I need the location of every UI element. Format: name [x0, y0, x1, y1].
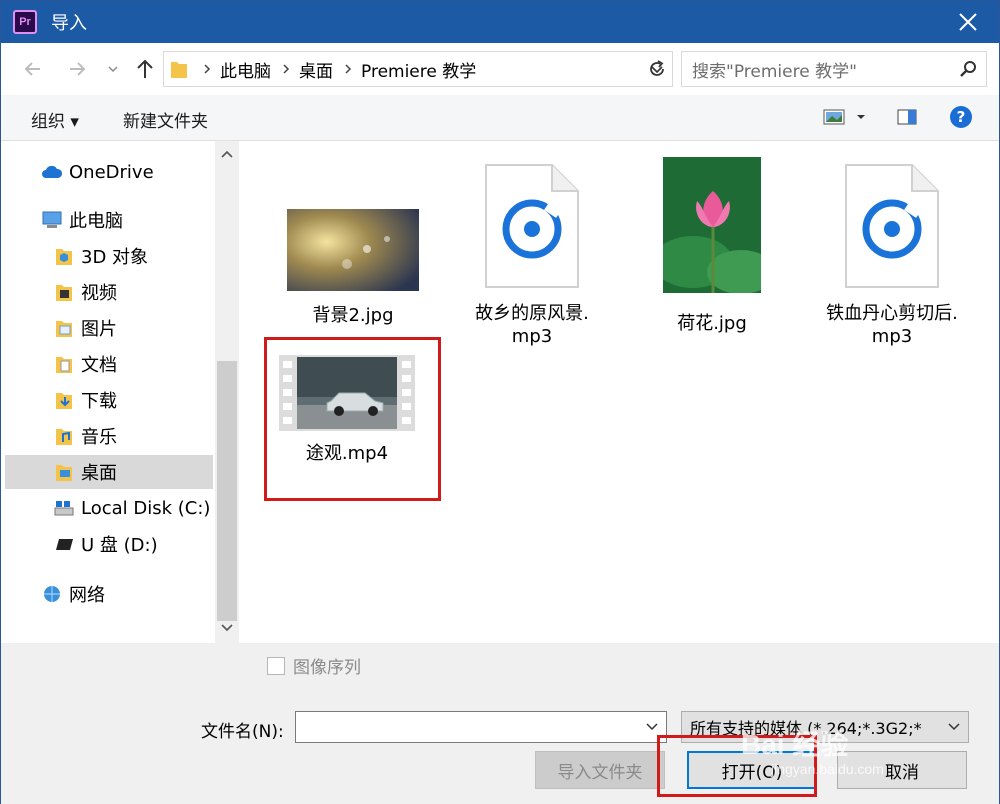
nav-item-desktop[interactable]: 桌面 [5, 455, 213, 489]
folder-documents-icon [56, 357, 72, 373]
refresh-button[interactable] [645, 57, 669, 81]
filename-label: 文件名(N): [201, 722, 284, 742]
watermark-url: jingyan.baidu.com [771, 761, 884, 777]
change-view-button[interactable] [823, 109, 865, 125]
help-icon: ? [950, 106, 972, 128]
file-item-lotus[interactable]: 荷花.jpg [627, 157, 797, 335]
address-row: 此电脑 桌面 Premiere 教学 搜索"Premiere 教学" [1, 43, 999, 95]
nav-item-downloads[interactable]: 下载 [53, 383, 213, 417]
search-box[interactable]: 搜索"Premiere 教学" [681, 51, 987, 87]
network-icon [44, 586, 60, 602]
watermark-logo: Bai 经验 [741, 729, 849, 760]
usb-drive-icon [56, 539, 73, 550]
navigation-pane: OneDrive 此电脑 3D 对象 视频 图片 文档 下载 音乐 桌面 Loc… [1, 141, 241, 643]
scrollbar-thumb[interactable] [217, 361, 237, 621]
filename-input[interactable] [295, 711, 667, 743]
folder-pictures-icon [56, 321, 72, 337]
cloud-icon [42, 165, 63, 178]
address-bar[interactable]: 此电脑 桌面 Premiere 教学 [163, 51, 673, 87]
folder-video-icon [56, 285, 72, 301]
nav-item-network[interactable]: 网络 [41, 577, 211, 611]
nav-scrollbar[interactable] [215, 141, 239, 643]
scroll-down-icon[interactable] [221, 623, 233, 633]
drive-icon [54, 501, 74, 516]
nav-item-this-pc[interactable]: 此电脑 [41, 203, 211, 237]
chevron-down-icon [857, 115, 865, 119]
chevron-right-icon [283, 64, 290, 74]
breadcrumb-this-pc[interactable]: 此电脑 [220, 57, 271, 82]
forward-button[interactable] [65, 57, 89, 81]
nav-item-documents[interactable]: 文档 [53, 347, 213, 381]
dialog-title: 导入 [51, 13, 87, 34]
arrow-left-icon [24, 62, 40, 76]
scroll-up-icon[interactable] [221, 149, 233, 159]
nav-item-onedrive[interactable]: OneDrive [41, 155, 211, 189]
folder-3d-icon [56, 249, 72, 265]
premiere-logo-icon: Pr [13, 10, 37, 34]
refresh-icon [650, 60, 664, 76]
up-button[interactable] [133, 57, 157, 81]
preview-pane-button[interactable] [897, 109, 917, 130]
nav-item-pictures[interactable]: 图片 [53, 311, 213, 345]
title-bar: Pr 导入 [1, 1, 999, 43]
file-name-line2: mp3 [511, 326, 553, 347]
search-icon[interactable] [958, 59, 978, 79]
breadcrumb-desktop[interactable]: 桌面 [299, 57, 333, 82]
computer-icon [42, 211, 62, 228]
chevron-right-icon [204, 64, 211, 74]
folder-desktop-icon [56, 465, 72, 481]
arrow-right-icon [70, 62, 86, 76]
import-dialog: Pr 导入 此电脑 桌面 Premiere 教学 搜索"Premiere 教学"… [0, 0, 1000, 804]
audio-file-icon [485, 164, 579, 288]
image-thumbnail-icon [653, 157, 775, 294]
view-icon [823, 109, 845, 125]
image-sequence-checkbox[interactable]: 图像序列 [267, 653, 361, 678]
chevron-down-icon[interactable] [646, 722, 658, 732]
nav-item-music[interactable]: 音乐 [53, 419, 213, 453]
organize-button[interactable]: 组织 ▾ [31, 107, 79, 132]
file-name: 荷花.jpg [677, 313, 747, 334]
chevron-down-icon [948, 723, 960, 731]
nav-item-videos[interactable]: 视频 [53, 275, 213, 309]
chevron-down-icon [108, 66, 118, 73]
file-item-guxiang[interactable]: 故乡的原风景. mp3 [447, 163, 617, 348]
recent-locations-button[interactable] [101, 57, 125, 81]
highlight-box [264, 337, 441, 501]
command-bar: 组织 ▾ 新建文件夹 ? [1, 95, 999, 141]
help-button[interactable]: ? [949, 105, 973, 134]
file-name-line1: 故乡的原风景. [475, 303, 589, 324]
file-item-tiexue[interactable]: 铁血丹心剪切后. mp3 [807, 163, 977, 348]
folder-music-icon [56, 429, 72, 445]
bottom-panel: 图像序列 文件名(N): 所有支持的媒体 (*.264;*.3G2;* 导入文件… [1, 643, 999, 804]
file-name-line1: 铁血丹心剪切后. [826, 303, 958, 324]
file-name: 背景2.jpg [312, 305, 394, 326]
file-name-line2: mp3 [871, 326, 913, 347]
nav-item-3d-objects[interactable]: 3D 对象 [53, 239, 213, 273]
close-button[interactable] [955, 9, 981, 35]
search-placeholder: 搜索"Premiere 教学" [692, 61, 857, 82]
checkbox-box [267, 656, 285, 675]
folder-downloads-icon [56, 393, 72, 409]
nav-item-usb-drive[interactable]: U 盘 (D:) [53, 527, 213, 561]
breadcrumb-premiere[interactable]: Premiere 教学 [361, 57, 476, 82]
audio-file-icon [845, 164, 939, 288]
svg-text:?: ? [957, 108, 966, 126]
file-item-bg2[interactable]: 背景2.jpg [263, 209, 443, 327]
new-folder-button[interactable]: 新建文件夹 [123, 107, 208, 132]
image-thumbnail-icon [287, 209, 419, 291]
import-folder-button[interactable]: 导入文件夹 [535, 751, 665, 789]
close-icon [959, 13, 977, 31]
nav-item-local-disk[interactable]: Local Disk (C:) [53, 491, 213, 525]
arrow-up-icon [137, 59, 153, 78]
preview-pane-icon [897, 109, 917, 125]
back-button[interactable] [21, 57, 45, 81]
folder-icon [171, 62, 187, 78]
chevron-right-icon [345, 64, 352, 74]
